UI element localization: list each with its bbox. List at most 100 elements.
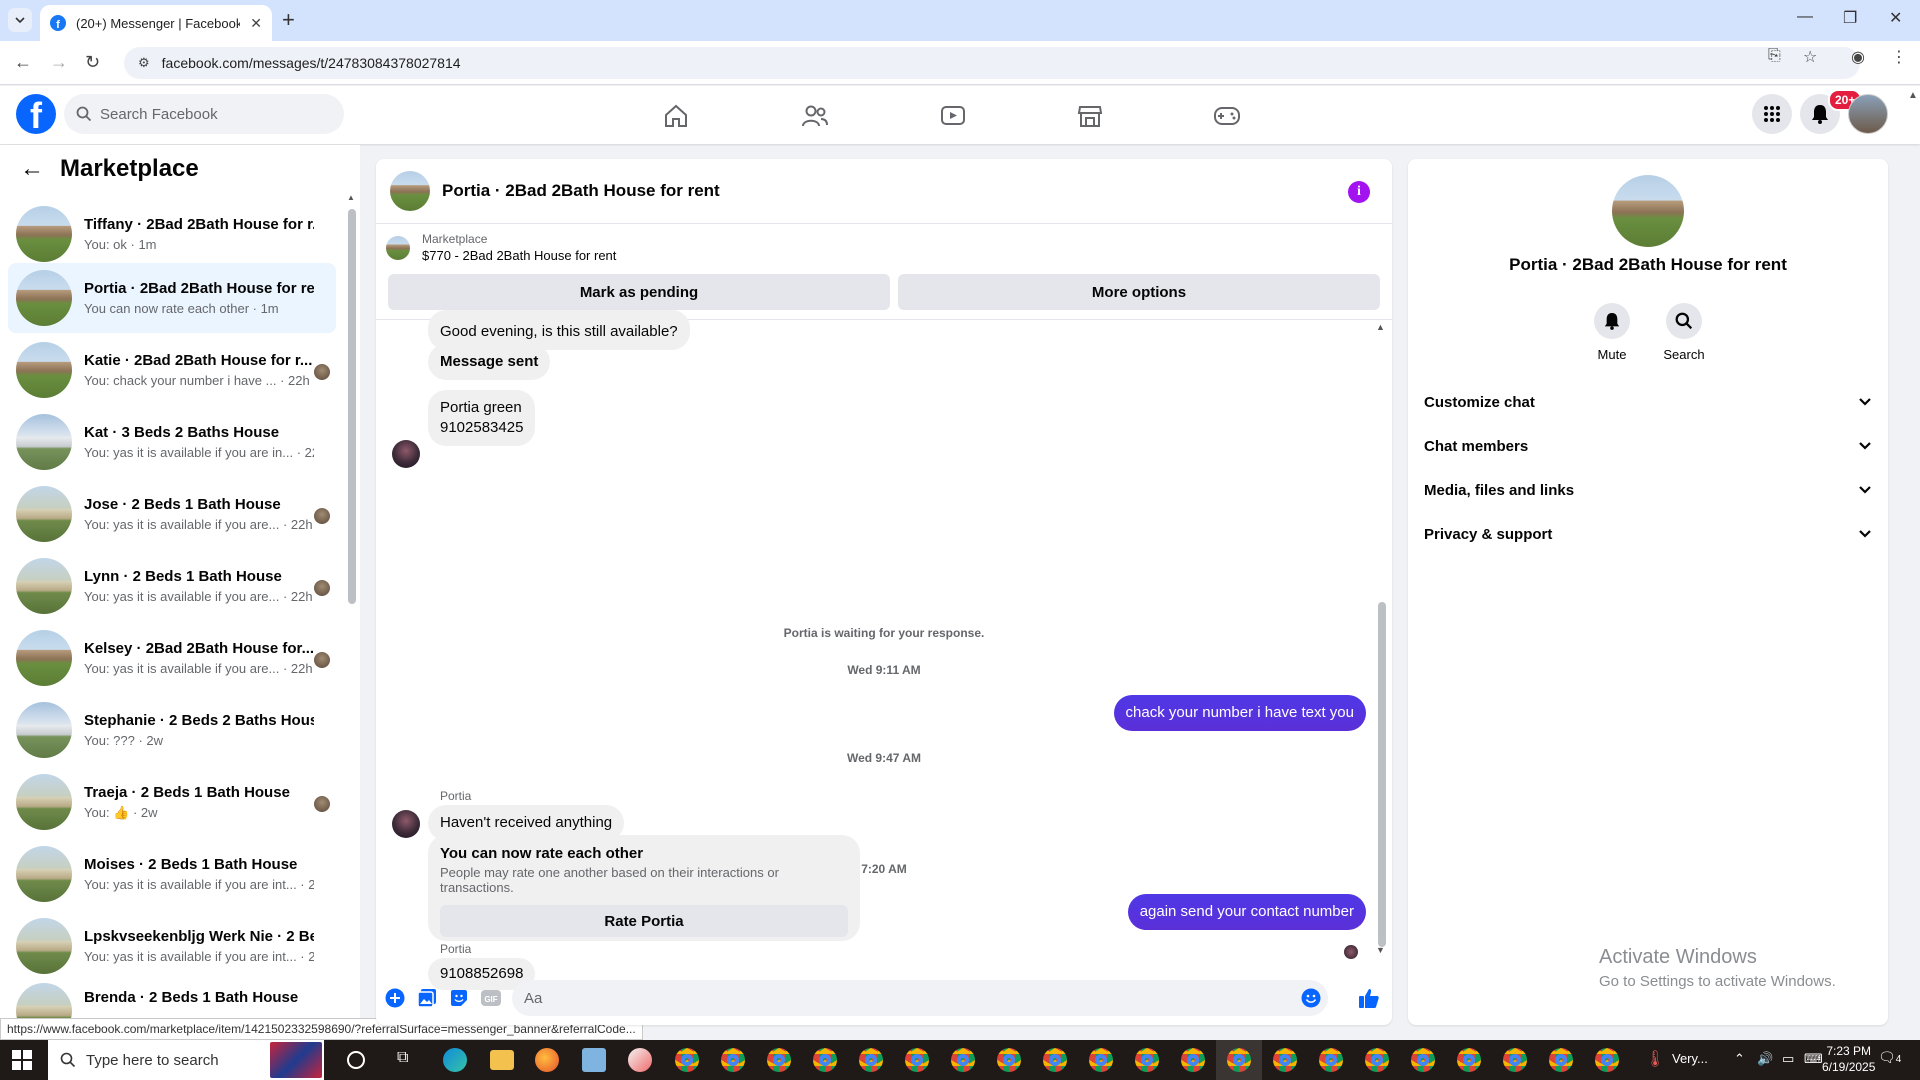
conversation-item[interactable]: Tiffany · 2Bad 2Bath House for r... You: … xyxy=(8,199,336,269)
thumbs-up-icon[interactable] xyxy=(1358,987,1380,1009)
chat-scroll-down-icon[interactable]: ▼ xyxy=(1376,945,1385,955)
sticker-icon[interactable] xyxy=(448,987,470,1009)
task-view-icon[interactable]: ⧉ xyxy=(397,1049,408,1067)
profile-icon[interactable]: ◉ xyxy=(1851,47,1865,67)
mute-button[interactable]: Mute xyxy=(1572,303,1652,362)
minimize-icon[interactable]: — xyxy=(1797,8,1813,26)
notification-center-icon[interactable]: 🗨4 xyxy=(1878,1049,1901,1066)
restore-icon[interactable]: ❐ xyxy=(1843,8,1857,28)
close-tab-icon[interactable]: ✕ xyxy=(250,15,262,32)
privacy-support-section[interactable]: Privacy & support xyxy=(1424,512,1872,556)
conversation-item[interactable]: Lynn · 2 Beds 1 Bath House You: yas it is… xyxy=(8,551,336,621)
conversation-item[interactable]: Katie · 2Bad 2Bath House for r... You: ch… xyxy=(8,335,336,405)
gif-icon[interactable]: GIF xyxy=(480,987,502,1009)
conversation-item[interactable]: Stephanie · 2 Beds 2 Baths House You: ???… xyxy=(8,695,336,765)
windows-start-icon[interactable] xyxy=(12,1050,32,1075)
chrome-icon[interactable] xyxy=(675,1048,699,1072)
chrome-icon[interactable] xyxy=(1227,1048,1251,1072)
video-icon[interactable] xyxy=(929,98,977,134)
file-explorer-icon[interactable] xyxy=(490,1050,514,1070)
chrome-icon[interactable] xyxy=(1595,1048,1619,1072)
chrome-icon[interactable] xyxy=(767,1048,791,1072)
taskbar-search-input[interactable] xyxy=(86,1051,246,1069)
plus-circle-icon[interactable] xyxy=(384,987,406,1009)
sender-avatar[interactable] xyxy=(392,810,420,838)
search-in-conversation-button[interactable]: Search xyxy=(1644,303,1724,362)
rate-portia-button[interactable]: Rate Portia xyxy=(440,905,848,937)
site-settings-icon[interactable]: ⚙ xyxy=(138,55,150,71)
page-scroll-up-arrow-icon[interactable]: ▲ xyxy=(1908,90,1918,101)
bookmark-star-icon[interactable]: ☆ xyxy=(1803,47,1817,67)
conversation-item[interactable]: Jose · 2 Beds 1 Bath House You: yas it is… xyxy=(8,479,336,549)
info-icon[interactable]: i xyxy=(1348,181,1370,203)
conversation-title[interactable]: Portia · 2Bad 2Bath House for rent xyxy=(442,181,720,201)
marketplace-icon[interactable] xyxy=(1066,98,1114,134)
chat-members-section[interactable]: Chat members xyxy=(1424,424,1872,468)
app-icon[interactable] xyxy=(628,1048,652,1072)
chrome-icon[interactable] xyxy=(1273,1048,1297,1072)
browser-tab[interactable]: f (20+) Messenger | Facebook ✕ xyxy=(40,5,272,41)
close-window-icon[interactable]: ✕ xyxy=(1889,8,1902,28)
chrome-icon[interactable] xyxy=(1411,1048,1435,1072)
conversation-item[interactable]: Moises · 2 Beds 1 Bath House You: yas it … xyxy=(8,839,336,909)
chrome-icon[interactable] xyxy=(721,1048,745,1072)
photo-icon[interactable] xyxy=(416,987,438,1009)
chrome-icon[interactable] xyxy=(1503,1048,1527,1072)
thermometer-icon[interactable]: 🌡 xyxy=(1645,1049,1665,1069)
volume-icon[interactable]: 🔊 xyxy=(1757,1051,1773,1067)
conversation-item[interactable]: Lpskvseekenbljg Werk Nie · 2 Be... You: y… xyxy=(8,911,336,981)
friends-icon[interactable] xyxy=(791,98,839,134)
back-arrow-icon[interactable]: ← xyxy=(20,155,44,183)
facebook-search[interactable] xyxy=(64,94,344,134)
media-files-links-section[interactable]: Media, files and links xyxy=(1424,468,1872,512)
browser-menu-icon[interactable]: ⋮ xyxy=(1891,47,1907,67)
back-arrow-icon[interactable]: ← xyxy=(14,52,32,73)
customize-chat-section[interactable]: Customize chat xyxy=(1424,380,1872,424)
reload-icon[interactable]: ↻ xyxy=(85,52,100,73)
account-avatar[interactable] xyxy=(1848,94,1888,134)
listing-thumbnail[interactable] xyxy=(1612,175,1684,247)
conversation-thumbnail[interactable] xyxy=(390,171,430,211)
url-bar[interactable]: ⚙ facebook.com/messages/t/24783084378027… xyxy=(124,47,1860,79)
clock[interactable]: 7:23 PM 6/19/2025 xyxy=(1822,1043,1875,1075)
conversation-item-active[interactable]: Portia · 2Bad 2Bath House for rent You ca… xyxy=(8,263,336,333)
conversation-item[interactable]: Kat · 3 Beds 2 Baths House You: yas it is… xyxy=(8,407,336,477)
chrome-icon[interactable] xyxy=(1319,1048,1343,1072)
chrome-icon[interactable] xyxy=(1365,1048,1389,1072)
menu-grid-icon[interactable] xyxy=(1752,94,1792,134)
sidebar-scrollbar[interactable] xyxy=(348,209,356,604)
chrome-icon[interactable] xyxy=(951,1048,975,1072)
conversation-item[interactable]: Traeja · 2 Beds 1 Bath House You: 👍 · 2w xyxy=(8,767,336,837)
chrome-icon[interactable] xyxy=(1549,1048,1573,1072)
chrome-icon[interactable] xyxy=(905,1048,929,1072)
chrome-icon[interactable] xyxy=(1181,1048,1205,1072)
search-input[interactable] xyxy=(100,105,320,123)
sidebar-scroll-up-icon[interactable]: ▲ xyxy=(347,193,355,202)
mark-as-pending-button[interactable]: Mark as pending xyxy=(388,274,890,310)
search-highlight-image[interactable] xyxy=(270,1042,322,1078)
sender-avatar[interactable] xyxy=(392,440,420,468)
firefox-icon[interactable] xyxy=(535,1048,559,1072)
new-tab-button[interactable]: + xyxy=(282,9,295,31)
hidden-icons-chevron-icon[interactable]: ⌃ xyxy=(1734,1051,1745,1067)
more-options-button[interactable]: More options xyxy=(898,274,1380,310)
weather-text[interactable]: Very... xyxy=(1672,1051,1708,1066)
chrome-icon[interactable] xyxy=(859,1048,883,1072)
forward-arrow-icon[interactable]: → xyxy=(50,52,68,73)
chrome-icon[interactable] xyxy=(1457,1048,1481,1072)
emoji-icon[interactable] xyxy=(1300,987,1322,1009)
chrome-icon[interactable] xyxy=(1089,1048,1113,1072)
chat-scrollbar[interactable] xyxy=(1378,602,1386,947)
gaming-icon[interactable] xyxy=(1203,98,1251,134)
facebook-logo-icon[interactable]: f xyxy=(16,94,56,134)
install-app-icon[interactable]: ⎘ xyxy=(1768,47,1781,65)
home-icon[interactable] xyxy=(652,98,700,134)
marketplace-banner[interactable]: Marketplace $770 - 2Bad 2Bath House for … xyxy=(386,232,616,263)
edge-icon[interactable] xyxy=(443,1048,467,1072)
keyboard-icon[interactable]: ⌨ xyxy=(1804,1051,1823,1067)
tab-search-button[interactable] xyxy=(8,8,32,32)
chrome-icon[interactable] xyxy=(813,1048,837,1072)
chrome-icon[interactable] xyxy=(997,1048,1021,1072)
network-icon[interactable]: ▭ xyxy=(1782,1051,1794,1067)
chat-scroll-up-icon[interactable]: ▲ xyxy=(1376,322,1385,332)
